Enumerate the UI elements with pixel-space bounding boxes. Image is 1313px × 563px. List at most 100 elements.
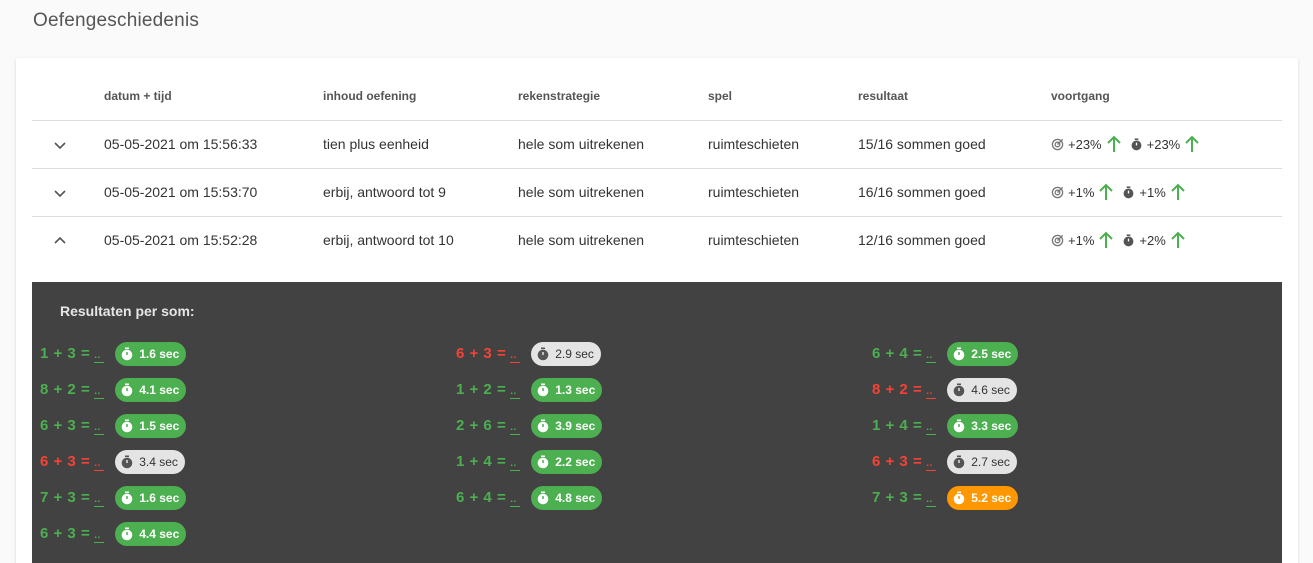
sum-text: 1 + 3 = — [40, 345, 91, 362]
sum-text: 2 + 6 = — [456, 417, 507, 434]
sum-result-item: 1 + 3 =.. 1.6 sec — [40, 342, 187, 366]
history-table: datum + tijd inhoud oefening rekenstrate… — [32, 76, 1282, 563]
table-row[interactable]: 05-05-2021 om 15:53:70 erbij, antwoord to… — [32, 169, 1282, 217]
stopwatch-icon — [952, 491, 966, 505]
answer-link[interactable]: .. — [94, 495, 105, 507]
stopwatch-icon — [1130, 137, 1143, 151]
answer-link[interactable]: .. — [510, 387, 521, 399]
chevron-down-icon[interactable] — [52, 137, 68, 153]
sum-expression: 7 + 3 =.. — [872, 489, 937, 507]
chevron-down-icon[interactable] — [52, 185, 68, 201]
header-progress: voortgang — [1051, 89, 1110, 103]
answer-link[interactable]: .. — [926, 387, 937, 399]
answer-link[interactable]: .. — [926, 423, 937, 435]
sum-text: 8 + 2 = — [40, 381, 91, 398]
answer-link[interactable]: .. — [94, 351, 105, 363]
sum-result-item: 8 + 2 =.. 4.1 sec — [40, 378, 187, 402]
sum-expression: 6 + 4 =.. — [872, 345, 937, 363]
sum-result-item: 6 + 4 =.. 4.8 sec — [456, 486, 603, 510]
time-badge: 1.5 sec — [115, 414, 187, 438]
progress-accuracy-value: +23% — [1068, 136, 1102, 152]
time-badge: 1.6 sec — [115, 486, 187, 510]
answer-link[interactable]: .. — [94, 459, 105, 471]
sum-expression: 8 + 2 =.. — [40, 381, 105, 399]
time-badge: 2.5 sec — [947, 342, 1019, 366]
header-game: spel — [708, 89, 733, 103]
page-title: Oefengeschiedenis — [33, 10, 200, 31]
stopwatch-icon — [120, 527, 134, 541]
row-content: erbij, antwoord tot 9 — [323, 184, 446, 200]
stopwatch-icon — [1122, 185, 1135, 199]
results-panel-title: Resultaten per som: — [60, 303, 195, 319]
answer-link[interactable]: .. — [926, 351, 937, 363]
sum-text: 8 + 2 = — [872, 381, 923, 398]
row-strategy: hele som uitrekenen — [518, 232, 645, 248]
answer-link[interactable]: .. — [926, 459, 937, 471]
time-badge: 2.9 sec — [531, 342, 601, 366]
row-progress: +23% +23% — [1051, 135, 1204, 153]
sum-text: 1 + 4 = — [872, 417, 923, 434]
progress-time-value: +23% — [1146, 136, 1181, 152]
sum-text: 6 + 3 = — [456, 345, 507, 362]
answer-link[interactable]: .. — [94, 423, 105, 435]
time-value: 4.8 sec — [555, 491, 596, 505]
answer-link[interactable]: .. — [926, 495, 937, 507]
arrow-up-icon — [1098, 183, 1114, 201]
table-header: datum + tijd inhoud oefening rekenstrate… — [32, 76, 1282, 121]
stopwatch-icon — [536, 419, 550, 433]
arrow-up-icon — [1170, 183, 1186, 201]
time-value: 3.3 sec — [971, 419, 1012, 433]
target-icon — [1051, 186, 1064, 199]
answer-link[interactable]: .. — [510, 495, 521, 507]
header-datetime: datum + tijd — [104, 89, 172, 103]
answer-link[interactable]: .. — [94, 531, 105, 543]
sum-result-item: 6 + 3 =.. 2.9 sec — [456, 342, 601, 366]
time-value: 1.5 sec — [139, 419, 180, 433]
sum-expression: 6 + 3 =.. — [872, 453, 937, 471]
stopwatch-icon — [536, 455, 550, 469]
sum-result-item: 6 + 4 =.. 2.5 sec — [872, 342, 1019, 366]
answer-link[interactable]: .. — [510, 459, 521, 471]
time-badge: 1.6 sec — [115, 342, 187, 366]
chevron-up-icon[interactable] — [52, 233, 68, 249]
time-badge: 1.3 sec — [531, 378, 603, 402]
row-result: 15/16 sommen goed — [858, 136, 986, 152]
table-row[interactable]: 05-05-2021 om 15:52:28 erbij, antwoord to… — [32, 217, 1282, 265]
sum-text: 7 + 3 = — [40, 489, 91, 506]
stopwatch-icon — [952, 347, 966, 361]
sum-text: 6 + 4 = — [456, 489, 507, 506]
row-strategy: hele som uitrekenen — [518, 136, 645, 152]
time-value: 2.7 sec — [971, 455, 1010, 469]
time-badge: 3.9 sec — [531, 414, 603, 438]
sum-expression: 6 + 3 =.. — [40, 417, 105, 435]
stopwatch-icon — [1122, 233, 1135, 247]
stopwatch-icon — [120, 347, 134, 361]
header-content: inhoud oefening — [323, 89, 417, 103]
sum-expression: 7 + 3 =.. — [40, 489, 105, 507]
stopwatch-icon — [952, 455, 966, 469]
stopwatch-icon — [120, 491, 134, 505]
time-badge: 2.7 sec — [947, 450, 1017, 474]
answer-link[interactable]: .. — [94, 387, 105, 399]
sum-result-item: 2 + 6 =.. 3.9 sec — [456, 414, 603, 438]
row-game: ruimteschieten — [708, 232, 800, 248]
progress-time-value: +2% — [1139, 232, 1166, 248]
row-content: tien plus eenheid — [323, 136, 429, 152]
row-datetime: 05-05-2021 om 15:52:28 — [104, 232, 258, 248]
row-datetime: 05-05-2021 om 15:53:70 — [104, 184, 258, 200]
sum-expression: 1 + 4 =.. — [456, 453, 521, 471]
row-result: 12/16 sommen goed — [858, 232, 986, 248]
progress-accuracy-value: +1% — [1068, 184, 1095, 200]
answer-link[interactable]: .. — [510, 423, 521, 435]
answer-link[interactable]: .. — [510, 351, 521, 363]
sum-expression: 1 + 2 =.. — [456, 381, 521, 399]
time-value: 2.2 sec — [555, 455, 596, 469]
sum-text: 6 + 3 = — [40, 453, 91, 470]
table-row[interactable]: 05-05-2021 om 15:56:33 tien plus eenheid h… — [32, 121, 1282, 169]
target-icon — [1051, 138, 1064, 151]
sum-result-item: 1 + 4 =.. 3.3 sec — [872, 414, 1019, 438]
header-strategy: rekenstrategie — [518, 89, 601, 103]
sum-expression: 6 + 3 =.. — [40, 453, 105, 471]
sum-result-item: 7 + 3 =.. 1.6 sec — [40, 486, 187, 510]
time-value: 1.3 sec — [555, 383, 596, 397]
